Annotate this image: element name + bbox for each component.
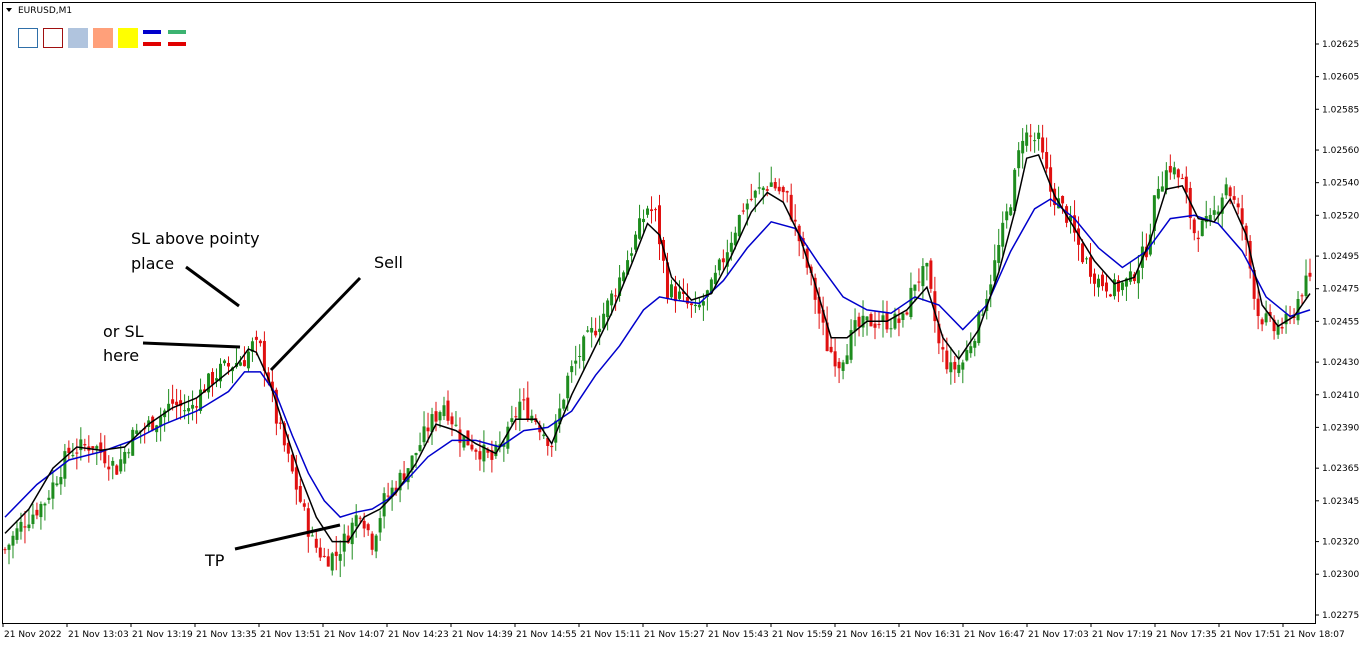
y-tick-label: 1.02475 [1322,285,1359,295]
x-tick-label: 21 Nov 15:27 [644,630,705,640]
salmon-swatch[interactable] [93,28,113,48]
x-tick-label: 21 Nov 13:51 [260,630,321,640]
x-tick-label: 21 Nov 17:03 [1028,630,1089,640]
x-tick-label: 21 Nov 2022 [4,630,62,640]
light-blue-swatch[interactable] [68,28,88,48]
annotation-tp: TP [204,551,225,570]
y-tick-label: 1.02495 [1322,252,1359,262]
y-tick-label: 1.02320 [1322,538,1359,548]
x-tick-label: 21 Nov 14:23 [388,630,449,640]
x-tick-label: 21 Nov 14:07 [324,630,385,640]
x-tick-label: 21 Nov 17:19 [1092,630,1153,640]
x-tick-label: 21 Nov 15:59 [772,630,833,640]
outline-red-swatch[interactable] [43,28,63,48]
candle [869,312,873,327]
candle [929,258,933,293]
y-tick-label: 1.02345 [1322,497,1359,507]
symbol-title: EURUSD,M1 [18,6,72,16]
y-tick-label: 1.02560 [1322,146,1359,156]
y-tick-label: 1.02625 [1322,40,1359,50]
yellow-swatch[interactable] [118,28,138,48]
y-tick-label: 1.02520 [1322,211,1359,221]
x-tick-label: 21 Nov 15:11 [580,630,641,640]
x-tick-label: 21 Nov 13:19 [132,630,193,640]
x-tick-label: 21 Nov 15:43 [708,630,769,640]
annotation-sl-pointy-line1: SL above pointy [131,229,260,248]
annotation-or-sl-line2: here [103,346,139,365]
y-tick-label: 1.02390 [1322,423,1359,433]
x-tick-label: 21 Nov 13:35 [196,630,257,640]
x-tick-label: 21 Nov 16:31 [900,630,961,640]
y-tick-label: 1.02585 [1322,105,1359,115]
y-tick-label: 1.02275 [1322,611,1359,621]
x-tick-label: 21 Nov 14:39 [452,630,513,640]
annotation-sell: Sell [374,253,403,272]
eurusd-m1-chart[interactable]: 1.02625 1.02605 1.02585 1.02560 1.02540 1.025… [0,0,1362,645]
y-tick-label: 1.02410 [1322,391,1359,401]
y-tick-label: 1.02365 [1322,464,1359,474]
candle [115,464,119,476]
x-tick-label: 21 Nov 13:03 [68,630,129,640]
candle [1200,219,1204,237]
annotation-sl-pointy-line2: place [131,254,174,273]
x-tick-label: 21 Nov 17:51 [1220,630,1281,640]
outline-blue-swatch[interactable] [18,28,38,48]
y-tick-label: 1.02455 [1322,317,1359,327]
y-tick-label: 1.02540 [1322,179,1359,189]
chart-background [0,0,1362,645]
x-tick-label: 21 Nov 18:07 [1284,630,1345,640]
y-tick-label: 1.02605 [1322,73,1359,83]
x-tick-label: 21 Nov 14:55 [516,630,577,640]
annotation-or-sl-line1: or SL [103,322,144,341]
y-tick-label: 1.02300 [1322,570,1359,580]
x-tick-label: 21 Nov 16:47 [964,630,1025,640]
x-tick-label: 21 Nov 16:15 [836,630,897,640]
x-tick-label: 21 Nov 17:35 [1156,630,1217,640]
y-tick-label: 1.02430 [1322,358,1359,368]
